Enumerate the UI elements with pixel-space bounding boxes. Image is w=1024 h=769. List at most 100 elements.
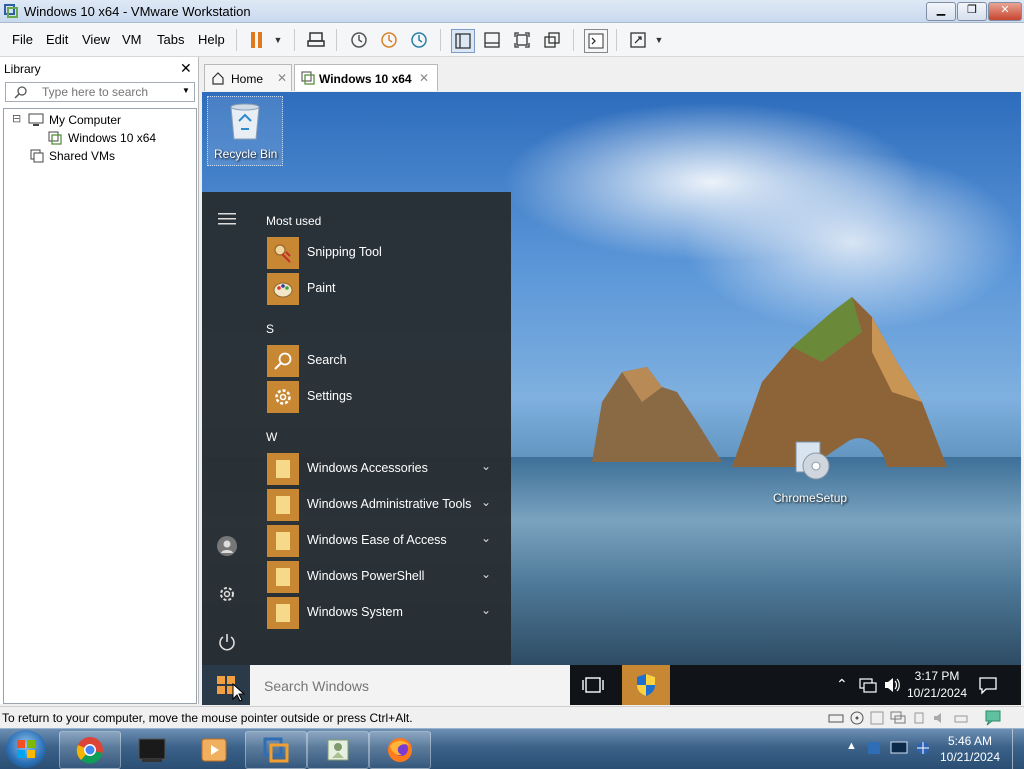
host-tray-app-icon[interactable] <box>866 740 882 756</box>
taskbar-media-app[interactable] <box>121 731 183 769</box>
chevron-down-icon[interactable]: ⌄ <box>481 495 491 509</box>
send-ctrl-alt-del-icon[interactable] <box>305 29 327 51</box>
guest-clock-time[interactable]: 3:17 PM <box>908 669 966 683</box>
tree-item-my-computer[interactable]: My Computer <box>49 113 121 127</box>
chevron-down-icon[interactable]: ⌄ <box>481 531 491 545</box>
power-icon[interactable] <box>217 632 237 655</box>
guest-search-box[interactable] <box>250 665 570 705</box>
settings-gear-icon[interactable] <box>217 584 237 607</box>
stretch-dropdown-icon[interactable]: ▼ <box>648 29 670 51</box>
host-tray-expand-icon[interactable]: ▲ <box>846 740 857 752</box>
chevron-down-icon[interactable]: ⌄ <box>481 459 491 473</box>
chrome-icon <box>76 737 103 764</box>
vm-display[interactable]: Recycle Bin ChromeSetup Most used Snippi… <box>202 92 1021 705</box>
start-folder-windows-powershell[interactable]: Windows PowerShell ⌄ <box>267 561 507 593</box>
hamburger-menu-icon[interactable] <box>218 212 236 231</box>
guest-search-input[interactable] <box>262 676 556 696</box>
snapshot-icon[interactable] <box>348 29 370 51</box>
chevron-down-icon[interactable]: ⌄ <box>481 603 491 617</box>
minimize-button[interactable]: ▁ <box>926 2 956 21</box>
start-group-w[interactable]: W <box>266 430 277 444</box>
desktop-icon-recycle-bin[interactable]: Recycle Bin <box>207 96 283 166</box>
search-icon <box>267 345 299 377</box>
library-close-icon[interactable]: ✕ <box>180 60 192 77</box>
pause-icon[interactable] <box>246 29 268 51</box>
host-start-orb[interactable] <box>6 730 46 768</box>
host-tray-network-icon[interactable] <box>914 740 932 756</box>
hard-disk-status-icon[interactable] <box>828 711 844 725</box>
start-item-paint[interactable]: Paint <box>267 273 507 305</box>
library-search-dropdown-icon[interactable]: ▼ <box>182 86 190 95</box>
host-clock[interactable]: 5:46 AM 10/21/2024 <box>935 733 1005 765</box>
action-center-icon[interactable] <box>978 675 998 695</box>
taskbar-media-player[interactable] <box>183 731 245 769</box>
tab-home[interactable]: Home ✕ <box>204 64 292 91</box>
chevron-down-icon[interactable]: ⌄ <box>481 567 491 581</box>
menu-help[interactable]: Help <box>198 32 225 47</box>
show-desktop-button[interactable] <box>1012 729 1024 769</box>
snapshot-manager-icon[interactable] <box>408 29 430 51</box>
user-avatar-icon[interactable] <box>217 536 237 556</box>
tree-expander-icon[interactable]: ⊟ <box>12 112 21 125</box>
taskbar-tools-app[interactable] <box>307 731 369 769</box>
unity-icon[interactable] <box>541 29 563 51</box>
start-folder-windows-ease-of-access[interactable]: Windows Ease of Access ⌄ <box>267 525 507 557</box>
menu-edit[interactable]: Edit <box>46 32 68 47</box>
cd-dvd-status-icon[interactable] <box>849 711 865 725</box>
start-folder-windows-system[interactable]: Windows System ⌄ <box>267 597 507 629</box>
volume-icon[interactable] <box>883 676 901 694</box>
start-folder-windows-accessories[interactable]: Windows Accessories ⌄ <box>267 453 507 485</box>
show-hidden-icons-chevron-icon[interactable]: ⌃ <box>836 676 848 693</box>
guest-clock-date[interactable]: 10/21/2024 <box>903 686 971 700</box>
thumbnail-bar-icon[interactable] <box>481 29 503 51</box>
menu-tabs[interactable]: Tabs <box>157 32 184 47</box>
tab-home-label: Home <box>231 72 264 86</box>
taskbar-vmware[interactable] <box>245 731 307 769</box>
full-screen-icon[interactable] <box>511 29 533 51</box>
close-button[interactable]: ✕ <box>988 2 1022 21</box>
library-search-box[interactable]: ▼ <box>5 82 195 102</box>
floppy-status-icon[interactable] <box>870 711 884 725</box>
library-search-input[interactable] <box>40 84 184 100</box>
menu-file[interactable]: File <box>12 32 33 47</box>
menu-vm[interactable]: VM <box>122 32 142 47</box>
tab-vm-close-icon[interactable]: ✕ <box>419 71 429 85</box>
stretch-guest-icon[interactable] <box>627 29 649 51</box>
start-folder-windows-administrative-tools[interactable]: Windows Administrative Tools ⌄ <box>267 489 507 521</box>
pause-dropdown-icon[interactable]: ▼ <box>267 29 289 51</box>
network-icon[interactable] <box>859 676 877 694</box>
recycle-bin-icon <box>230 103 260 140</box>
desktop-icon-chromesetup[interactable]: ChromeSetup <box>768 438 854 506</box>
folder-icon <box>267 489 299 521</box>
restore-button[interactable]: ❐ <box>957 2 987 21</box>
installer-icon <box>795 441 830 480</box>
start-item-snipping-tool[interactable]: Snipping Tool <box>267 237 507 269</box>
sound-card-status-icon[interactable] <box>932 711 948 725</box>
start-menu: Most used Snipping Tool Paint S Search S… <box>202 192 511 665</box>
printer-status-icon[interactable] <box>953 711 969 725</box>
security-shield-taskbar-button[interactable] <box>622 665 670 705</box>
usb-status-icon[interactable] <box>911 711 927 725</box>
folder-icon <box>267 561 299 593</box>
start-item-search[interactable]: Search <box>267 345 507 377</box>
network-adapter-status-icon[interactable] <box>890 711 906 725</box>
tab-bar: Home ✕ Windows 10 x64 ✕ <box>199 57 1024 92</box>
folder-icon <box>267 525 299 557</box>
start-item-settings[interactable]: Settings <box>267 381 507 413</box>
menu-view[interactable]: View <box>82 32 110 47</box>
console-view-icon[interactable] <box>584 29 608 53</box>
folder-icon <box>267 597 299 629</box>
taskbar-firefox[interactable] <box>369 731 431 769</box>
taskbar-chrome[interactable] <box>59 731 121 769</box>
message-log-icon[interactable] <box>985 710 1003 726</box>
status-message: To return to your computer, move the mou… <box>2 711 413 725</box>
tab-windows-10-x64[interactable]: Windows 10 x64 ✕ <box>294 64 438 91</box>
show-library-icon[interactable] <box>451 29 475 53</box>
tab-home-close-icon[interactable]: ✕ <box>277 71 287 85</box>
start-group-s[interactable]: S <box>266 322 274 336</box>
tree-item-shared-vms[interactable]: Shared VMs <box>49 149 115 163</box>
host-tray-display-icon[interactable] <box>890 740 908 756</box>
revert-snapshot-icon[interactable] <box>378 29 400 51</box>
tree-item-windows-10-x64[interactable]: Windows 10 x64 <box>68 131 156 145</box>
task-view-icon[interactable] <box>582 675 604 698</box>
